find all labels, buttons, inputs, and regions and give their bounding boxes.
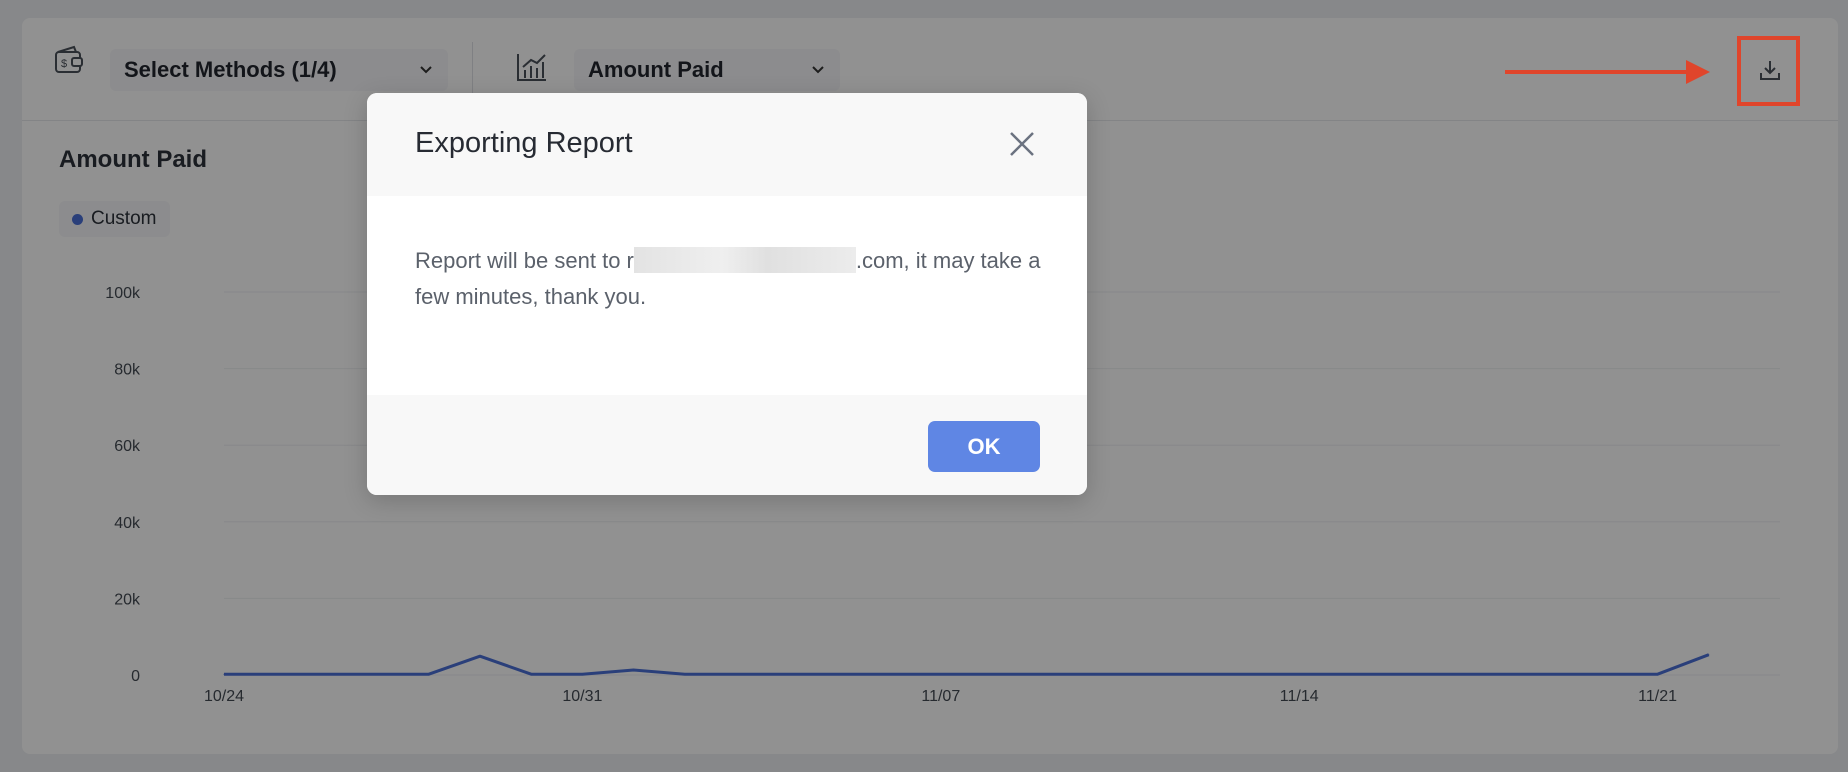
export-dialog: Exporting Report Report will be sent to … [367, 93, 1087, 495]
dialog-title: Exporting Report [415, 127, 633, 159]
dialog-message: Report will be sent to r .com, it may tak… [415, 243, 1045, 315]
close-icon[interactable] [1007, 129, 1037, 159]
annotation-highlight-box [1737, 36, 1800, 106]
dialog-message-prefix: Report will be sent to r [415, 248, 634, 273]
dialog-header: Exporting Report [367, 93, 1087, 196]
dialog-footer: OK [367, 395, 1087, 495]
ok-button[interactable]: OK [928, 421, 1040, 472]
redacted-email [633, 247, 856, 273]
